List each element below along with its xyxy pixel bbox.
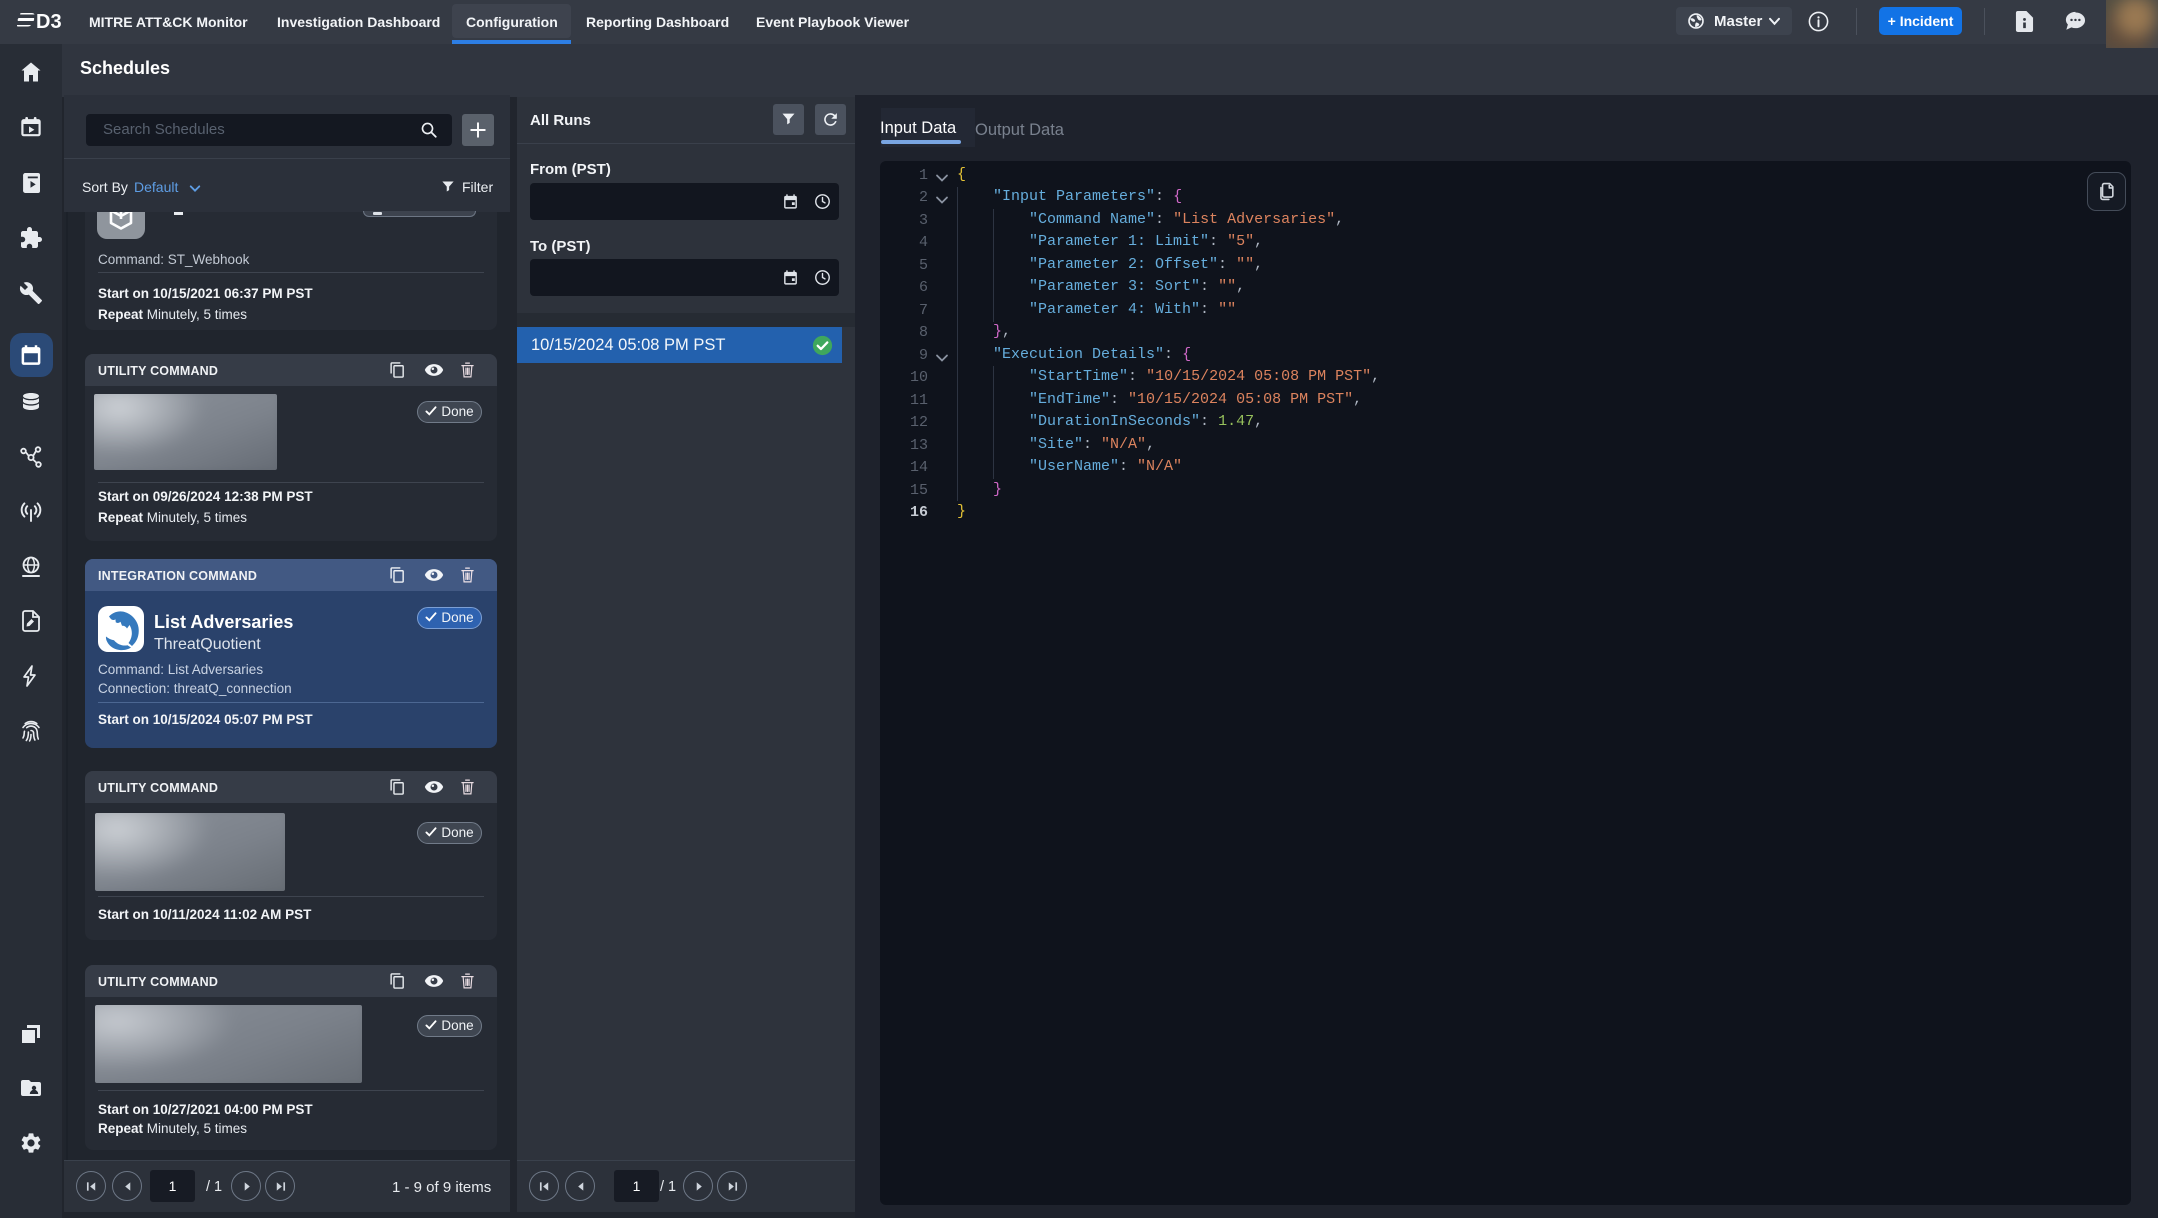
svg-text:D3: D3 <box>36 11 62 33</box>
